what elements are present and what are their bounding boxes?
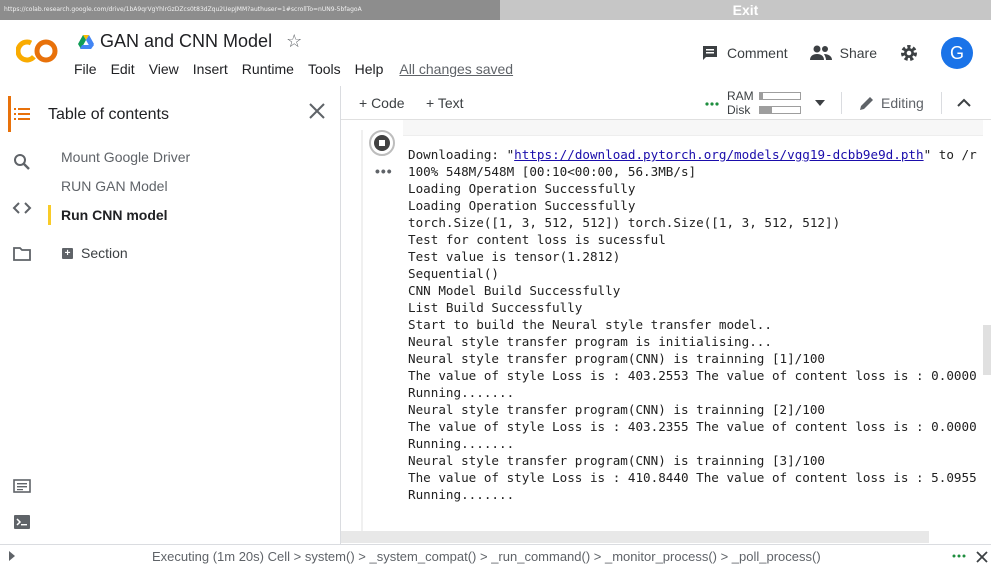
comment-icon [702,46,717,60]
status-bar: Executing (1m 20s) Cell > system() > _sy… [0,544,991,568]
output-menu-icon[interactable]: ••• [375,163,393,179]
app-header: GAN and CNN Model ☆ File Edit View Inser… [0,20,991,86]
notebook-toolbar: + Code + Text RAM Disk Editing [341,86,991,120]
output-line: Running....... [408,385,515,400]
output-line: Running....... [408,487,515,502]
output-line: Test for content loss is sucessful [408,232,666,247]
disk-label: Disk [727,103,751,117]
star-icon[interactable]: ☆ [286,31,302,52]
output-line: Start to build the Neural style transfer… [408,317,772,332]
close-icon[interactable] [976,551,988,563]
save-status[interactable]: All changes saved [399,61,513,77]
output-line: " to /r [923,147,977,162]
share-label: Share [839,45,877,61]
output-line: Neural style transfer program(CNN) is tr… [408,402,826,417]
code-icon[interactable] [12,198,32,218]
toc-item-mount-drive[interactable]: Mount Google Driver [61,149,190,165]
search-icon[interactable] [12,152,32,172]
ram-label: RAM [727,89,754,103]
previous-cell[interactable] [403,120,983,136]
output-line: Downloading: " [408,147,515,162]
horizontal-scrollbar[interactable] [341,531,929,543]
output-line: Loading Operation Successfully [408,198,636,213]
output-line: The value of style Loss is : 403.2553 Th… [408,368,977,383]
list-icon[interactable] [12,104,32,124]
google-drive-icon[interactable] [78,34,94,49]
editing-mode-button[interactable]: Editing [859,95,924,111]
output-line: The value of style Loss is : 403.2355 Th… [408,419,977,434]
menu-tools[interactable]: Tools [308,61,341,77]
notebook-area: ••• Downloading: "https://download.pytor… [341,120,991,544]
running-indicator-icon [952,554,966,558]
exit-button[interactable]: Exit [500,0,991,20]
output-line: torch.Size([1, 3, 512, 512]) torch.Size(… [408,215,841,230]
menu-runtime[interactable]: Runtime [242,61,294,77]
notebook-title[interactable]: GAN and CNN Model [100,31,272,52]
toc-title: Table of contents [48,106,169,123]
current-section-indicator [48,205,51,225]
toolbar-divider [841,92,842,114]
menu-view[interactable]: View [149,61,179,77]
toc-item-run-gan[interactable]: RUN GAN Model [61,178,168,194]
kiosk-bar: https://colab.research.google.com/drive/… [0,0,991,20]
gear-icon[interactable] [899,43,919,63]
comment-label: Comment [726,45,788,61]
editing-label: Editing [881,95,924,111]
avatar[interactable]: G [941,37,973,69]
chevron-up-icon[interactable] [957,98,971,107]
output-line: The value of style Loss is : 410.8440 Th… [408,470,977,485]
output-line: List Build Successfully [408,300,583,315]
output-line: Neural style transfer program is initial… [408,334,772,349]
add-text-button[interactable]: + Text [426,95,464,111]
output-line: Neural style transfer program(CNN) is tr… [408,453,826,468]
download-link[interactable]: https://download.pytorch.org/models/vgg1… [514,147,923,162]
toc-item-run-cnn[interactable]: Run CNN model [61,207,168,223]
close-icon[interactable] [308,102,326,120]
menu-file[interactable]: File [74,61,97,77]
output-line: Neural style transfer program(CNN) is tr… [408,351,826,366]
share-button[interactable]: Share [809,45,877,61]
cell-border [361,130,363,540]
output-line: Test value is tensor(1.2812) [408,249,621,264]
disk-bar [759,106,801,114]
connected-indicator-icon [705,102,719,106]
output-line: Sequential() [408,266,499,281]
chevron-down-icon[interactable] [815,100,825,106]
comment-button[interactable]: Comment [701,44,788,62]
folder-icon[interactable] [12,244,32,264]
stop-execution-button[interactable] [369,130,395,156]
resources-indicator[interactable]: RAM Disk [727,89,754,117]
toolbar-divider [941,92,942,114]
colab-logo-icon[interactable] [16,38,58,64]
table-of-contents-panel: Table of contents Mount Google Driver RU… [44,86,341,544]
terminal-icon[interactable] [12,512,32,532]
ram-bar [759,92,801,100]
menu-help[interactable]: Help [355,61,384,77]
output-line: CNN Model Build Successfully [408,283,621,298]
chevron-right-icon[interactable] [8,550,16,562]
section-label: Section [81,245,128,261]
output-line: Loading Operation Successfully [408,181,636,196]
output-line: 100% 548M/548M [00:10<00:00, 56.3MB/s] [408,164,697,179]
active-indicator [8,96,11,132]
plus-icon: + [62,247,73,259]
people-icon [809,45,832,60]
pencil-icon [860,97,873,110]
menu-edit[interactable]: Edit [111,61,135,77]
url-text: https://colab.research.google.com/drive/… [0,0,500,20]
execution-status: Executing (1m 20s) Cell > system() > _sy… [152,549,821,564]
snippets-icon[interactable] [12,476,32,496]
vertical-scrollbar[interactable] [983,325,991,375]
menu-insert[interactable]: Insert [193,61,228,77]
add-section-button[interactable]: + Section [62,245,128,261]
menu-bar: File Edit View Insert Runtime Tools Help… [74,61,527,77]
output-line: Running....... [408,436,515,451]
add-code-button[interactable]: + Code [359,95,405,111]
sidebar-rail [0,86,44,544]
cell-output: Downloading: "https://download.pytorch.o… [408,146,988,503]
stop-icon [379,140,385,146]
